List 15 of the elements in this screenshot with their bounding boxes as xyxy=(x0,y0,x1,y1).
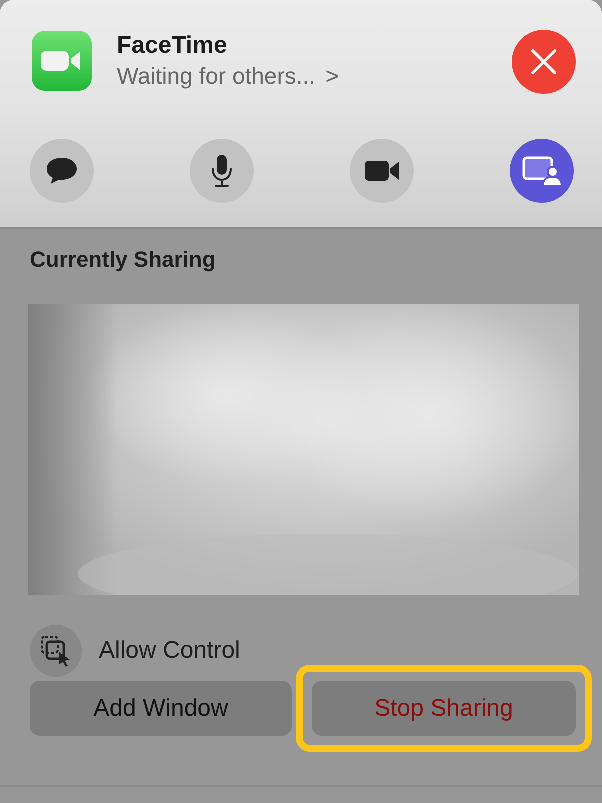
allow-control-button[interactable] xyxy=(30,625,82,677)
stop-sharing-button[interactable]: Stop Sharing xyxy=(312,681,576,736)
microphone-icon xyxy=(211,154,233,188)
chevron-link[interactable]: > xyxy=(326,63,339,90)
close-icon xyxy=(531,49,557,75)
add-window-button[interactable]: Add Window xyxy=(30,681,292,736)
allow-control-label: Allow Control xyxy=(99,637,240,665)
app-title: FaceTime xyxy=(117,32,228,60)
screen-share-icon xyxy=(522,155,562,187)
windows-cursor-icon xyxy=(40,635,72,667)
video-camera-app-icon xyxy=(32,31,92,91)
speech-bubble-icon xyxy=(46,156,78,186)
section-heading: Currently Sharing xyxy=(30,247,216,273)
video-camera-icon xyxy=(364,159,400,183)
call-status: Waiting for others... xyxy=(117,63,316,90)
